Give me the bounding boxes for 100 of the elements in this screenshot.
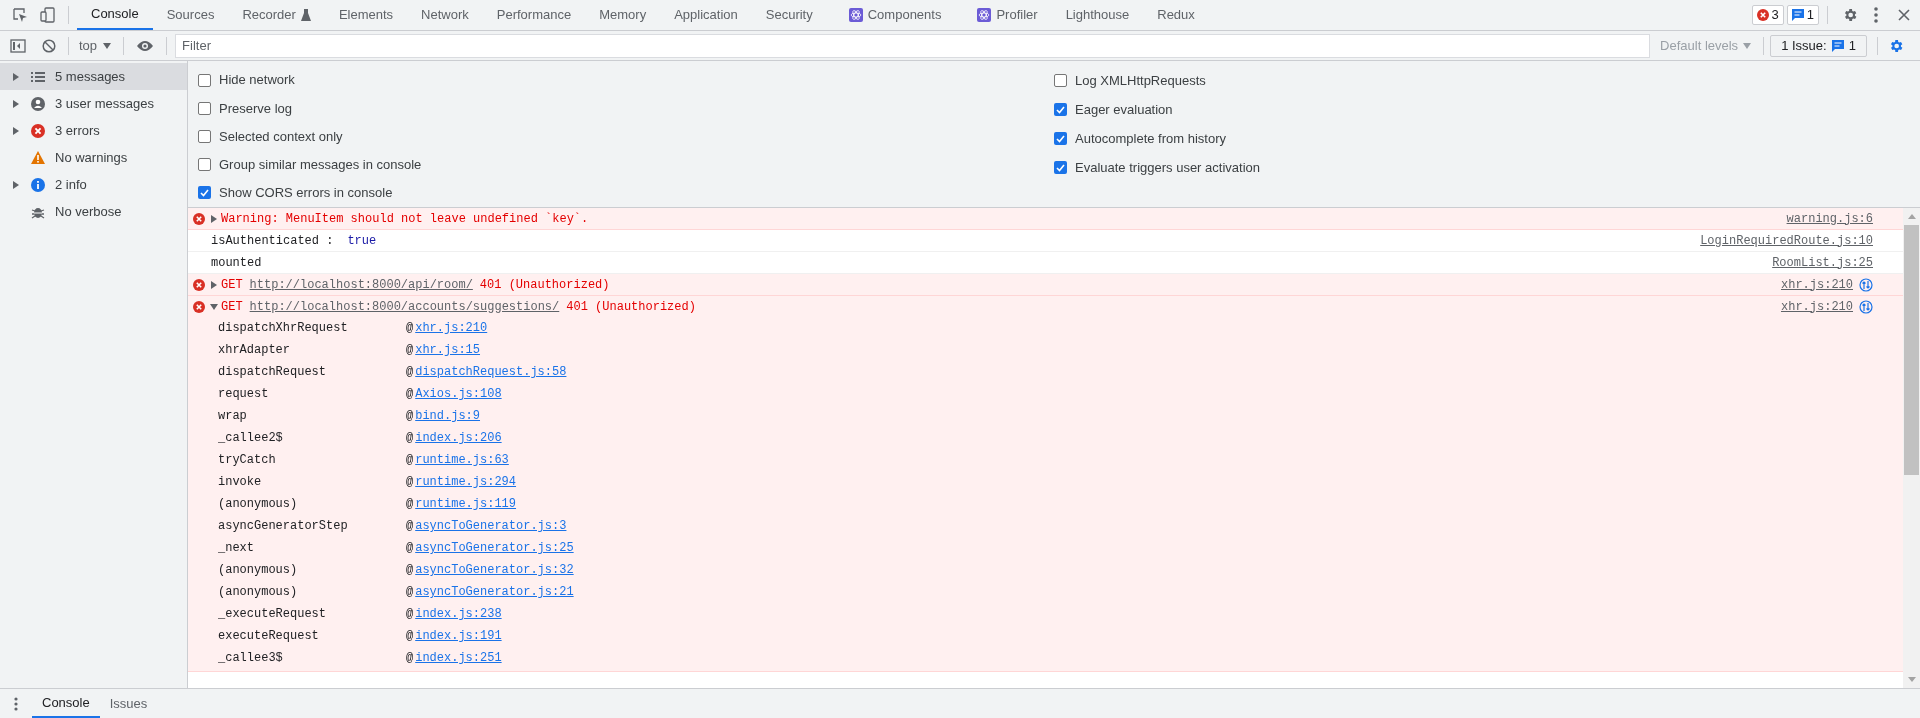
- source-link[interactable]: warning.js:6: [1786, 209, 1873, 228]
- at-sign: @: [406, 584, 414, 601]
- info-icon: [30, 177, 45, 192]
- panel-tab[interactable]: Security: [751, 0, 827, 30]
- function-name: dispatchXhrRequest: [218, 320, 349, 337]
- stack-link[interactable]: dispatchRequest.js:58: [415, 363, 567, 381]
- stack-link[interactable]: Axios.js:108: [415, 385, 502, 403]
- list-icon: [30, 71, 45, 82]
- scrollbar-thumb[interactable]: [1904, 225, 1919, 475]
- user-icon: [30, 96, 45, 111]
- source-link[interactable]: RoomList.js:25: [1772, 253, 1873, 272]
- stack-link[interactable]: xhr.js:15: [415, 341, 480, 359]
- error-text: Warning: MenuItem should not leave undefined `key`.: [221, 210, 589, 228]
- stack-link[interactable]: runtime.js:119: [415, 495, 517, 513]
- panel-tab[interactable]: Performance: [482, 0, 586, 30]
- checkbox[interactable]: [198, 158, 211, 172]
- issue-count-badge[interactable]: 1: [1786, 5, 1819, 25]
- atom-icon: [977, 8, 992, 22]
- stack-link[interactable]: xhr.js:210: [415, 319, 488, 337]
- at-sign: @: [406, 606, 414, 623]
- source-link[interactable]: xhr.js:210: [1781, 297, 1853, 316]
- drawer-tab[interactable]: Console: [32, 689, 100, 718]
- source-link[interactable]: LoginRequiredRoute.js:10: [1700, 231, 1873, 250]
- more-icon[interactable]: [14, 696, 18, 711]
- checkbox-label: Autocomplete from history: [1075, 129, 1226, 148]
- panel-tab[interactable]: Application: [660, 0, 752, 30]
- panel-tab[interactable]: Sources: [152, 0, 229, 30]
- checkbox[interactable]: [198, 101, 211, 115]
- request-url[interactable]: http://localhost:8000/accounts/suggestions/: [249, 297, 560, 316]
- stack-link[interactable]: index.js:238: [415, 605, 502, 623]
- at-sign: @: [406, 518, 414, 535]
- sidebar-item[interactable]: No warnings: [0, 144, 187, 171]
- function-name: (anonymous): [218, 584, 299, 601]
- at-sign: @: [406, 452, 414, 469]
- context-selector[interactable]: top: [75, 35, 116, 56]
- request-url[interactable]: http://localhost:8000/api/room/: [249, 275, 473, 294]
- sidebar-item[interactable]: 2 info: [0, 171, 187, 198]
- error-icon: [1756, 9, 1769, 21]
- scrollbar[interactable]: [1903, 208, 1920, 688]
- caret-icon[interactable]: [12, 180, 20, 189]
- settings-icon[interactable]: [1842, 7, 1858, 23]
- at-sign: @: [406, 628, 414, 645]
- clear-icon[interactable]: [42, 38, 56, 53]
- source-link[interactable]: xhr.js:210: [1781, 275, 1853, 294]
- panel-tab[interactable]: Redux: [1143, 0, 1209, 30]
- caret-icon[interactable]: [12, 72, 20, 81]
- panel-tab[interactable]: Elements: [324, 0, 408, 30]
- checkbox[interactable]: [198, 130, 211, 143]
- inspect-icon[interactable]: [12, 7, 28, 23]
- stack-link[interactable]: asyncToGenerator.js:25: [415, 539, 574, 557]
- stack-link[interactable]: asyncToGenerator.js:3: [415, 517, 567, 535]
- request-method: GET: [221, 276, 243, 294]
- device-icon[interactable]: [40, 7, 56, 23]
- panel-tab[interactable]: Lighthouse: [1051, 0, 1144, 30]
- issues-button[interactable]: 1 Issue: 1: [1770, 34, 1867, 57]
- more-icon[interactable]: [1874, 7, 1878, 23]
- caret-icon[interactable]: [12, 99, 20, 108]
- checkbox[interactable]: [198, 186, 211, 200]
- stack-link[interactable]: runtime.js:294: [415, 473, 517, 491]
- caret-right-icon[interactable]: [210, 280, 218, 289]
- log-text: mounted: [211, 254, 262, 272]
- stack-link[interactable]: index.js:251: [415, 649, 502, 667]
- eye-icon[interactable]: [136, 39, 155, 52]
- caret-icon[interactable]: [12, 126, 20, 135]
- stack-link[interactable]: asyncToGenerator.js:32: [415, 561, 574, 579]
- panel-tab[interactable]: Components: [834, 0, 956, 30]
- function-name: _callee2$: [218, 430, 284, 447]
- caret-down-icon[interactable]: [210, 302, 218, 311]
- caret-right-icon[interactable]: [210, 214, 218, 223]
- close-icon[interactable]: [1898, 9, 1910, 21]
- stack-link[interactable]: index.js:191: [415, 627, 502, 645]
- sidebar-item[interactable]: 3 errors: [0, 117, 187, 144]
- stack-link[interactable]: runtime.js:63: [415, 451, 509, 469]
- stack-link[interactable]: bind.js:9: [415, 407, 480, 425]
- function-name: request: [218, 386, 270, 403]
- error-icon: [193, 212, 205, 225]
- checkbox[interactable]: [1054, 103, 1067, 116]
- checkbox-label: Show CORS errors in console: [219, 184, 393, 203]
- panel-tab[interactable]: Profiler: [963, 0, 1052, 30]
- sidebar-item[interactable]: No verbose: [0, 198, 187, 225]
- panel-tab[interactable]: Network: [407, 0, 483, 30]
- stack-link[interactable]: index.js:206: [415, 429, 502, 447]
- sidebar-item[interactable]: 3 user messages: [0, 90, 187, 117]
- at-sign: @: [406, 364, 414, 381]
- error-count-badge[interactable]: 3: [1751, 5, 1784, 25]
- function-name: dispatchRequest: [218, 364, 328, 381]
- checkbox[interactable]: [1054, 161, 1067, 174]
- panel-tab[interactable]: Memory: [585, 0, 661, 30]
- checkbox[interactable]: [1054, 74, 1067, 87]
- checkbox[interactable]: [1054, 132, 1067, 145]
- sidebar-toggle-icon[interactable]: [10, 38, 26, 53]
- checkbox[interactable]: [198, 73, 211, 87]
- stack-link[interactable]: asyncToGenerator.js:21: [415, 583, 574, 601]
- panel-tab[interactable]: Recorder: [228, 0, 325, 30]
- function-name: invoke: [218, 474, 263, 491]
- network-icon[interactable]: [1859, 277, 1873, 292]
- sidebar-item[interactable]: 5 messages: [0, 63, 187, 90]
- network-icon[interactable]: [1859, 299, 1873, 314]
- drawer-tab[interactable]: Issues: [99, 689, 158, 718]
- filter-field[interactable]: Filter: [175, 33, 1651, 58]
